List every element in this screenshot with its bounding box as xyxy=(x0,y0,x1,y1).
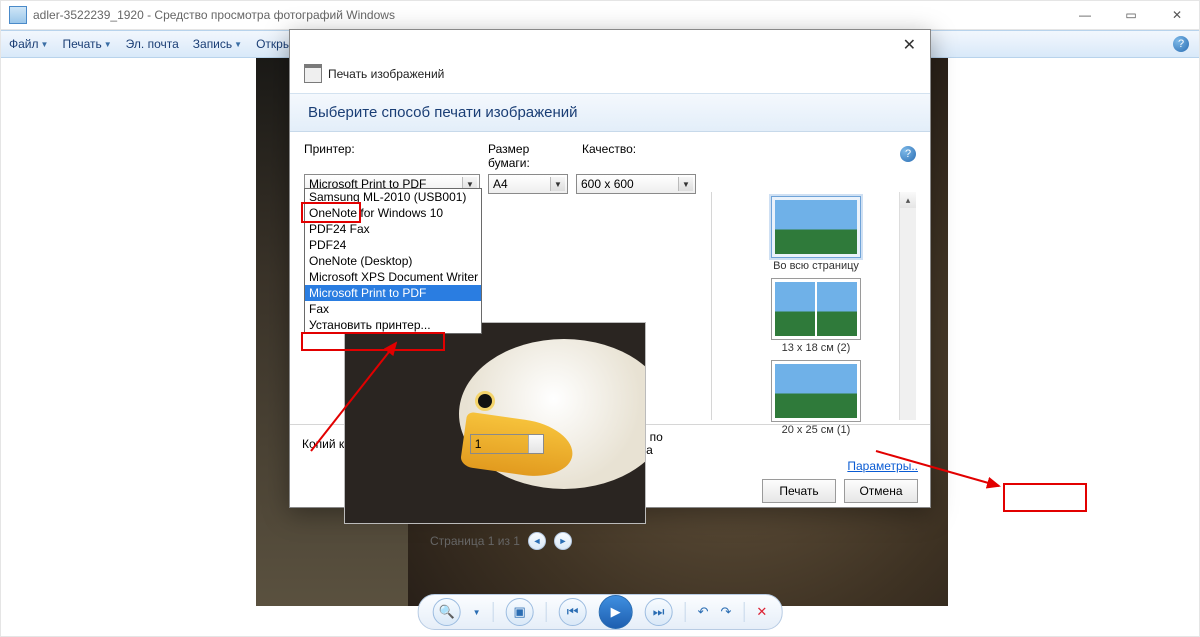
printer-option[interactable]: OneNote (Desktop) xyxy=(305,253,481,269)
menu-file[interactable]: Файл▼ xyxy=(9,37,48,51)
printer-option[interactable]: Установить принтер... xyxy=(305,317,481,333)
layout-list: ▴ Во всю страницу 13 x 18 см (2) 20 x 25… xyxy=(711,192,916,420)
close-button[interactable]: ✕ xyxy=(1163,8,1191,22)
pager-prev-button[interactable]: ◄ xyxy=(528,532,546,550)
layout-20x25[interactable]: 20 x 25 см (1) xyxy=(741,360,891,436)
zoom-button[interactable]: 🔍 xyxy=(433,598,461,626)
preview-image xyxy=(344,322,646,524)
window-title: adler-3522239_1920 - Средство просмотра … xyxy=(33,8,395,22)
prev-image-button[interactable]: ⏮ xyxy=(559,598,587,626)
layout-full-page[interactable]: Во всю страницу xyxy=(741,196,891,272)
slideshow-button[interactable]: ▶ xyxy=(599,595,633,629)
options-link[interactable]: Параметры.. xyxy=(847,459,918,473)
label-paper: Размер бумаги: xyxy=(488,142,574,170)
printer-option[interactable]: Samsung ML-2010 (USB001) xyxy=(305,189,481,205)
layout-scrollbar[interactable]: ▴ xyxy=(899,192,916,420)
rotate-right-button[interactable]: ↷ xyxy=(721,604,732,620)
actual-size-button[interactable]: ▣ xyxy=(506,598,534,626)
printer-dropdown-list: Samsung ML-2010 (USB001) OneNote for Win… xyxy=(304,188,482,334)
app-window: adler-3522239_1920 - Средство просмотра … xyxy=(0,0,1200,637)
dialog-close-button[interactable]: ✕ xyxy=(897,35,922,55)
maximize-button[interactable]: ▭ xyxy=(1117,8,1145,22)
printer-option-selected[interactable]: Microsoft Print to PDF xyxy=(305,285,481,301)
menu-email[interactable]: Эл. почта xyxy=(126,37,179,51)
help-icon[interactable]: ? xyxy=(1173,36,1189,52)
dialog-title: Печать изображений xyxy=(328,67,444,81)
printer-icon xyxy=(304,64,322,83)
copies-spinner[interactable]: 1 xyxy=(470,434,544,454)
printer-option[interactable]: Fax xyxy=(305,301,481,317)
pager-text: Страница 1 из 1 xyxy=(430,534,520,548)
print-dialog: ✕ Печать изображений Выберите способ печ… xyxy=(289,29,931,508)
quality-combo[interactable]: 600 x 600▼ xyxy=(576,174,696,194)
cancel-button[interactable]: Отмена xyxy=(844,479,918,503)
print-button[interactable]: Печать xyxy=(762,479,836,503)
layout-13x18[interactable]: 13 x 18 см (2) xyxy=(741,278,891,354)
printer-option[interactable]: PDF24 xyxy=(305,237,481,253)
menu-print[interactable]: Печать▼ xyxy=(62,37,111,51)
rotate-left-button[interactable]: ↶ xyxy=(698,604,709,620)
minimize-button[interactable]: — xyxy=(1071,8,1099,22)
pager-next-button[interactable]: ► xyxy=(554,532,572,550)
menu-burn[interactable]: Запись▼ xyxy=(193,37,242,51)
delete-button[interactable]: ✕ xyxy=(756,604,767,620)
viewer-toolbar: 🔍 ▼ ▣ ⏮ ▶ ⏭ ↶ ↷ ✕ xyxy=(418,594,783,630)
label-printer: Принтер: xyxy=(304,142,480,170)
next-image-button[interactable]: ⏭ xyxy=(645,598,673,626)
printer-option[interactable]: OneNote for Windows 10 xyxy=(305,205,481,221)
dialog-banner: Выберите способ печати изображений xyxy=(290,93,930,132)
paper-combo[interactable]: A4▼ xyxy=(488,174,568,194)
titlebar: adler-3522239_1920 - Средство просмотра … xyxy=(1,1,1199,30)
printer-option[interactable]: Microsoft XPS Document Writer xyxy=(305,269,481,285)
dialog-help-icon[interactable]: ? xyxy=(900,146,916,162)
printer-option[interactable]: PDF24 Fax xyxy=(305,221,481,237)
label-quality: Качество: xyxy=(582,142,636,170)
app-icon xyxy=(9,6,27,24)
